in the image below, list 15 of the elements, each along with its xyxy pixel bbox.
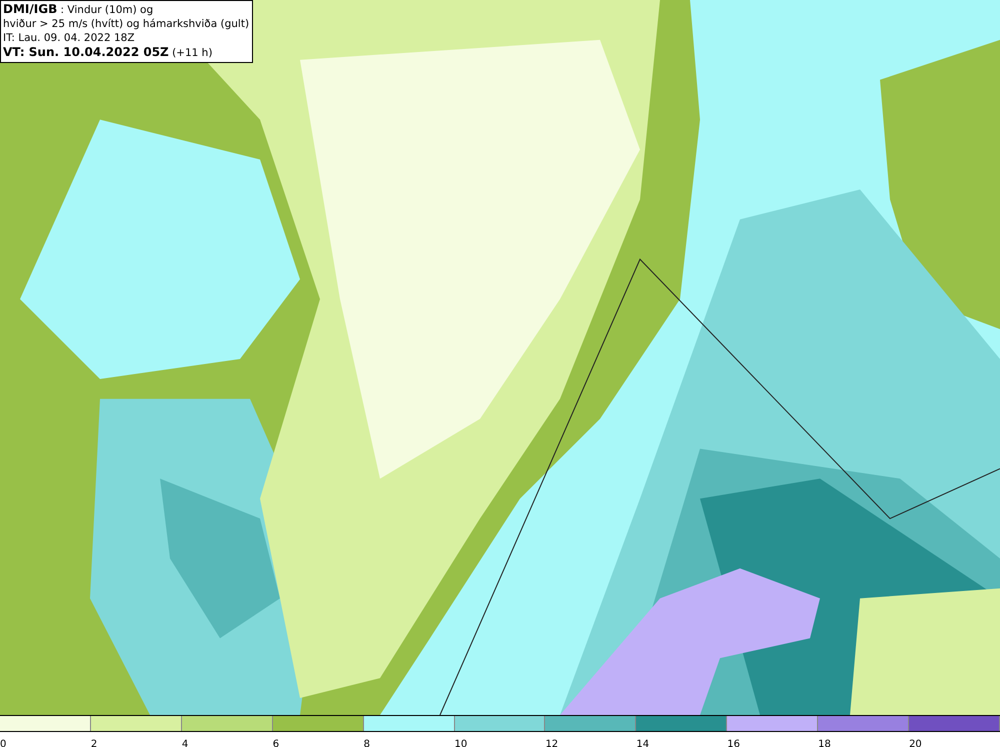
legend-label: 8 xyxy=(364,739,370,747)
map-title-line: hviður > 25 m/s (hvítt) og hámarkshviða (gult) xyxy=(3,17,250,31)
legend-label: 2 xyxy=(90,739,98,747)
legend-label: 18 xyxy=(818,739,831,747)
legend-label: 0 xyxy=(0,739,6,747)
legend-label: 4 xyxy=(182,739,188,747)
legend-label: 10 xyxy=(454,739,468,747)
legend-label: 16 xyxy=(727,739,740,747)
map-title-line: IT: Lau. 09. 04. 2022 18Z xyxy=(3,31,136,45)
legend-label: 6 xyxy=(272,739,280,747)
legend-label: 20 xyxy=(909,739,922,747)
legend-label: 12 xyxy=(545,739,558,747)
legend-label: 14 xyxy=(636,739,650,747)
map-title-line: DMI/IGB : Vindur (10m) og xyxy=(3,2,154,17)
map-title-line: VT: Sun. 10.04.2022 05Z (+11 h) xyxy=(3,45,214,60)
